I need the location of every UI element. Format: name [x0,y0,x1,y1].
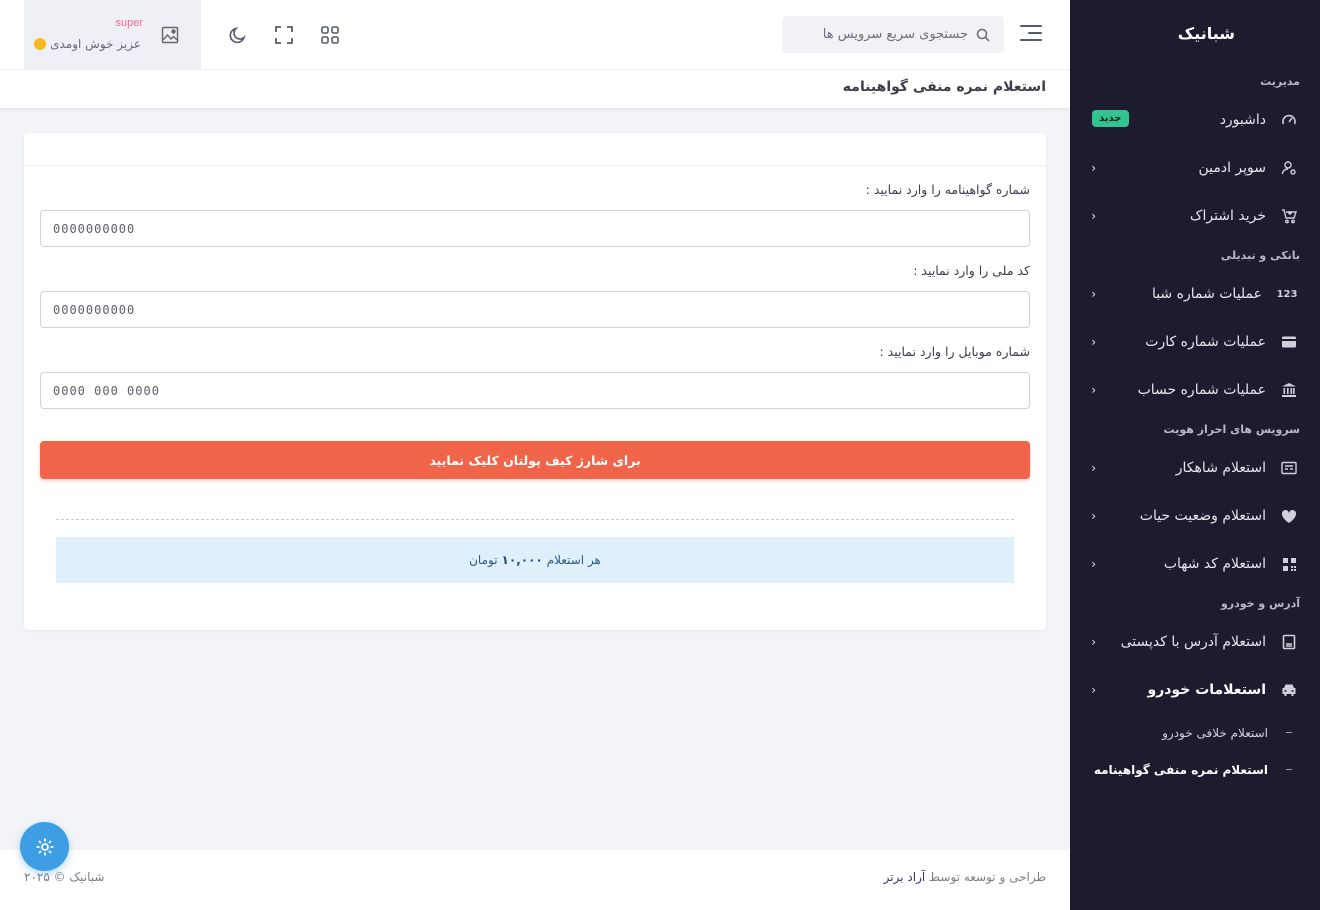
sidebar-item-postal[interactable]: استعلام آدرس با کدپستی ‹ [1070,618,1320,666]
gauge-icon [1280,111,1298,129]
chevron-left-icon: ‹ [1091,509,1096,523]
sidebar-item-label: عملیات شماره کارت [1145,334,1266,350]
sidebar-item-label: عملیات شماره حساب [1137,382,1266,398]
id-card-icon [1280,459,1298,477]
menu-toggle-icon[interactable] [1020,25,1042,43]
sidebar-subitem-license-points[interactable]: استعلام نمره منفی گواهینامه [1070,751,1320,788]
national-code-input[interactable] [40,291,1030,328]
sidebar-item-label: استعلامات خودرو [1147,682,1267,698]
chevron-left-icon: ‹ [1091,383,1096,397]
sidebar-item-label: عملیات شماره شبا [1151,286,1262,302]
numbers-icon: 123 [1276,288,1298,300]
gear-icon [35,837,55,857]
heart-icon [1280,507,1298,525]
section-title-banking: بانکی و تبدیلی [1220,248,1300,262]
section-title-identity: سرویس های احراز هویت [1163,422,1300,436]
sidebar-item-shahab[interactable]: استعلام کد شهاب ‹ [1070,540,1320,588]
charge-wallet-button[interactable]: برای شارژ کیف پولتان کلیک نمایید [40,441,1030,479]
search-box[interactable] [782,16,1004,53]
sidebar: شبانیک مدیریت داشبورد جدید سوپر ادمین ‹ … [1070,0,1320,910]
chevron-left-icon: ‹ [1091,161,1096,175]
price-value: ۱۰,۰۰۰ [501,553,543,567]
chevron-left-icon: ‹ [1091,635,1096,649]
chevron-left-icon: ‹ [1091,287,1096,301]
license-number-input[interactable] [40,210,1030,247]
topbar: super عزیز خوش اومدی [0,0,1070,70]
greeting-text: عزیز خوش اومدی [34,37,141,51]
license-number-label: شماره گواهینامه را وارد نمایید : [865,182,1030,197]
sidebar-item-label: خرید اشتراک [1189,208,1266,224]
cart-icon [1280,207,1298,225]
sidebar-item-shahkar[interactable]: استعلام شاهکار ‹ [1070,444,1320,492]
sidebar-item-label: استعلام کد شهاب [1163,556,1266,572]
sidebar-item-life[interactable]: استعلام وضعیت حیات ‹ [1070,492,1320,540]
footer-credit-prefix: طراحی و توسعه توسط [929,870,1046,884]
credit-card-icon [1280,333,1298,351]
page-title-bar: استعلام نمره منفی گواهینامه [0,70,1070,108]
greeting-label: عزیز خوش اومدی [50,37,141,51]
sidebar-item-label: سوپر ادمین [1198,160,1266,176]
sidebar-subitem-car-violations[interactable]: استعلام خلافی خودرو [1070,714,1320,751]
sidebar-item-account[interactable]: عملیات شماره حساب ‹ [1070,366,1320,414]
user-name: super [115,17,143,29]
sidebar-item-label: استعلام وضعیت حیات [1139,508,1266,524]
page-title: استعلام نمره منفی گواهینامه [842,79,1046,95]
sidebar-item-card[interactable]: عملیات شماره کارت ‹ [1070,318,1320,366]
user-admin-icon [1280,159,1298,177]
sidebar-item-label: استعلام شاهکار [1175,460,1266,476]
footer: طراحی و توسعه توسط آراد برتر شبانیک © ۲۰… [0,850,1070,910]
brand-name: شبانیک [1177,23,1235,43]
search-input[interactable] [808,27,968,42]
national-code-label: کد ملی را وارد نمایید : [913,263,1030,278]
sidebar-item-label: استعلام آدرس با کدپستی [1120,634,1266,650]
chevron-down-icon: ‹ [1091,683,1096,697]
chevron-left-icon: ‹ [1091,557,1096,571]
smile-emoji-icon [34,38,47,50]
apps-grid-icon[interactable] [320,25,340,45]
designer-link[interactable]: آراد برتر [884,870,926,884]
search-icon [976,28,990,42]
section-title-management: مدیریت [1260,74,1300,88]
address-book-icon [1280,633,1298,651]
footer-copyright: شبانیک © ۲۰۲۵ [24,870,105,884]
section-title-address-car: آدرس و خودرو [1220,596,1300,610]
price-prefix: هر استعلام [546,553,601,567]
price-suffix: تومان [469,553,498,567]
mobile-number-label: شماره موبایل را وارد نمایید : [879,344,1030,359]
car-icon [1280,681,1298,699]
sidebar-item-dashboard[interactable]: داشبورد جدید [1070,96,1320,144]
bank-icon [1280,381,1298,399]
price-info-alert: هر استعلام ۱۰,۰۰۰ تومان [56,537,1014,583]
settings-fab-button[interactable] [20,822,69,871]
fullscreen-icon[interactable] [274,25,294,45]
chevron-left-icon: ‹ [1091,209,1096,223]
inquiry-form-card: شماره گواهینامه را وارد نمایید : کد ملی … [24,133,1046,630]
dark-mode-moon-icon[interactable] [228,25,248,45]
sidebar-item-sheba[interactable]: 123 عملیات شماره شبا ‹ [1070,270,1320,318]
sidebar-item-super-admin[interactable]: سوپر ادمین ‹ [1070,144,1320,192]
mobile-number-input[interactable] [40,372,1030,409]
qr-icon [1280,555,1298,573]
divider [56,519,1014,520]
chevron-left-icon: ‹ [1091,461,1096,475]
user-profile[interactable]: super عزیز خوش اومدی [24,0,201,70]
brand-logo[interactable]: شبانیک [1070,0,1320,66]
new-badge: جدید [1092,110,1129,127]
card-header [24,133,1046,166]
sidebar-item-car[interactable]: استعلامات خودرو ‹ [1070,666,1320,714]
sidebar-item-subscription[interactable]: خرید اشتراک ‹ [1070,192,1320,240]
image-placeholder-icon [161,26,179,44]
chevron-left-icon: ‹ [1091,335,1096,349]
footer-credit: طراحی و توسعه توسط آراد برتر [884,870,1046,884]
